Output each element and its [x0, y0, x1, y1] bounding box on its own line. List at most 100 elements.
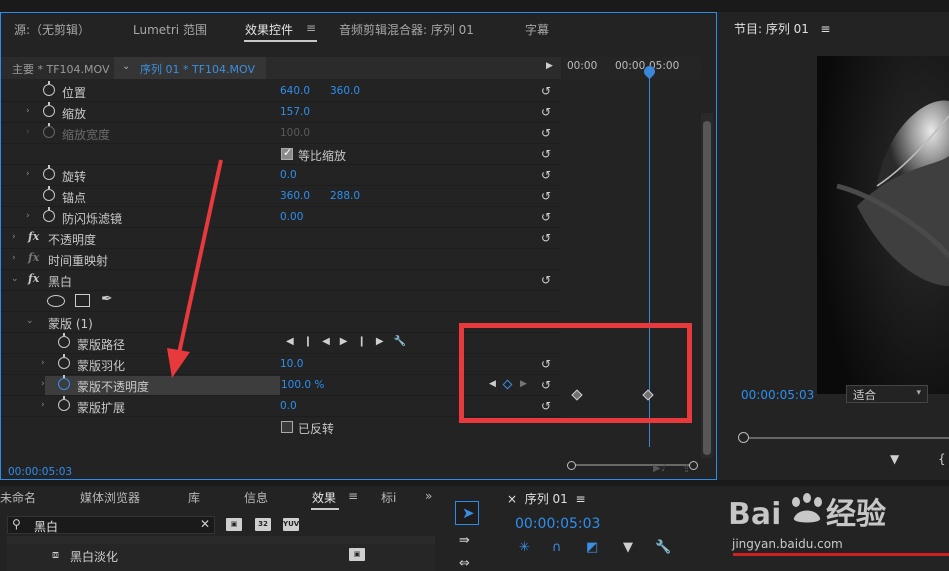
play-only-icon[interactable]: ▶	[546, 61, 553, 71]
panel-menu-icon[interactable]: ≡	[348, 489, 358, 503]
expand-arrow-icon[interactable]: ›	[26, 169, 30, 179]
source-clip-label[interactable]: 主要 * TF104.MOV	[12, 61, 110, 77]
close-tab-icon[interactable]: ×	[507, 492, 517, 506]
nest-icon[interactable]: ✳	[519, 540, 530, 555]
tab-project[interactable]: 未命名	[0, 489, 36, 506]
prop-value[interactable]: 0.0	[280, 400, 297, 412]
panel-menu-icon[interactable]: ≡	[306, 21, 316, 35]
scrollbar-thumb[interactable]	[703, 121, 711, 455]
fx-icon[interactable]: fx	[28, 272, 39, 285]
more-tabs-icon[interactable]: »	[425, 489, 432, 503]
timeline-title[interactable]: × 序列 01 ≡	[507, 490, 586, 507]
reset-icon[interactable]: ↺	[541, 84, 551, 98]
audio-icon[interactable]: ▶♪	[653, 463, 667, 474]
add-marker-icon[interactable]: ▼	[890, 452, 899, 466]
selection-tool[interactable]: ➤	[455, 501, 479, 525]
reset-icon[interactable]: ↺	[541, 210, 551, 224]
panel-menu-icon[interactable]: ≡	[820, 22, 830, 36]
zoom-fit-dropdown[interactable]: 适合 ▾	[846, 385, 928, 403]
reset-icon[interactable]: ↺	[541, 126, 551, 140]
tab-markers[interactable]: 标i	[381, 489, 396, 506]
timeline-zoom-scrollbar[interactable]	[567, 461, 698, 470]
stopwatch-icon[interactable]	[43, 81, 55, 96]
reset-icon[interactable]: ↺	[541, 189, 551, 203]
time-ruler[interactable]: 00:00 00:00 05:00	[563, 57, 701, 79]
ec-timecode[interactable]: 00:00:05:03	[8, 466, 72, 478]
reset-icon[interactable]: ↺	[541, 168, 551, 182]
prop-value[interactable]: 0.0	[280, 169, 297, 181]
expand-arrow-icon[interactable]: ›	[12, 253, 16, 263]
accelerated-effects-icon[interactable]: ▣	[226, 518, 242, 531]
reset-icon[interactable]: ↺	[541, 231, 551, 245]
collapse-arrow-icon[interactable]: ⌄	[11, 274, 19, 284]
tab-media-browser[interactable]: 媒体浏览器	[80, 489, 140, 506]
rectangle-mask-icon[interactable]	[75, 294, 90, 307]
program-timecode[interactable]: 00:00:05:03	[741, 388, 814, 402]
ellipse-mask-icon[interactable]	[47, 295, 65, 307]
expand-arrow-icon[interactable]: ›	[41, 379, 45, 389]
prop-value[interactable]: 100.0 %	[281, 379, 324, 391]
mark-in-icon[interactable]: {	[938, 452, 946, 466]
tab-audio-clip-mixer[interactable]: 音频剪辑混合器: 序列 01	[339, 21, 474, 38]
program-scrubber[interactable]	[738, 432, 949, 444]
export-icon[interactable]: ⇪	[682, 462, 691, 475]
pen-mask-icon[interactable]: ✒	[101, 291, 113, 307]
wrench-icon[interactable]: 🔧	[394, 336, 416, 347]
prop-value[interactable]: 157.0	[280, 106, 310, 118]
track-backward-icon[interactable]: ◀❙	[286, 336, 322, 347]
yuv-effects-icon[interactable]: YUV	[283, 518, 299, 531]
stopwatch-icon[interactable]	[58, 375, 70, 390]
stopwatch-icon[interactable]	[58, 333, 70, 348]
tab-effects[interactable]: 效果	[312, 489, 336, 506]
track-forward-frame-icon[interactable]: ▶	[340, 336, 358, 347]
expand-arrow-icon[interactable]: ›	[26, 106, 30, 116]
inverted-checkbox[interactable]	[281, 421, 293, 433]
prop-value-x[interactable]: 360.0	[280, 190, 310, 202]
expand-arrow-icon[interactable]: ›	[41, 358, 45, 368]
prop-value[interactable]: 10.0	[280, 358, 303, 370]
prop-value-x[interactable]: 640.0	[280, 85, 310, 97]
vertical-scrollbar[interactable]	[701, 113, 713, 458]
expand-arrow-icon[interactable]: ›	[26, 211, 30, 221]
prop-value-y[interactable]: 288.0	[330, 190, 360, 202]
tab-lumetri-scopes[interactable]: Lumetri 范围	[133, 21, 207, 38]
stopwatch-icon[interactable]	[58, 396, 70, 411]
ripple-edit-tool-icon[interactable]: ⇔	[459, 556, 470, 571]
stopwatch-icon[interactable]	[43, 207, 55, 222]
tab-libraries[interactable]: 库	[188, 489, 200, 506]
tab-source[interactable]: 源:（无剪辑）	[14, 21, 90, 38]
track-forward-icon[interactable]: ❙▶	[357, 336, 393, 347]
snap-icon[interactable]: ∩	[552, 540, 562, 555]
prop-value[interactable]: 0.00	[280, 211, 303, 223]
linked-selection-icon[interactable]: ◩	[586, 540, 598, 555]
add-marker-icon[interactable]: ▼	[623, 540, 633, 555]
collapse-arrow-icon[interactable]: ⌄	[26, 316, 34, 326]
zoom-handle-left[interactable]	[567, 461, 576, 470]
stopwatch-icon[interactable]	[43, 102, 55, 117]
program-monitor-title[interactable]: 节目: 序列 01 ≡	[734, 20, 830, 37]
timeline-timecode[interactable]: 00:00:05:03	[515, 516, 600, 532]
stopwatch-icon[interactable]	[43, 165, 55, 180]
effect-item[interactable]: 黑白淡化	[70, 548, 118, 565]
expand-arrow-icon[interactable]: ›	[12, 232, 16, 242]
video-frame[interactable]	[817, 56, 949, 394]
fx-icon[interactable]: fx	[28, 230, 39, 243]
reset-icon[interactable]: ↺	[541, 147, 551, 161]
expand-arrow-icon[interactable]: ›	[41, 400, 45, 410]
tab-effect-controls[interactable]: 效果控件	[245, 21, 293, 38]
panel-menu-icon[interactable]: ≡	[575, 492, 585, 506]
sequence-clip-selector[interactable]: ⌄ 序列 01 * TF104.MOV	[114, 57, 266, 79]
uniform-scale-checkbox[interactable]	[281, 146, 293, 160]
tab-info[interactable]: 信息	[244, 489, 268, 506]
stopwatch-icon[interactable]	[43, 186, 55, 201]
clear-search-icon[interactable]: ✕	[200, 517, 210, 531]
prop-value-y[interactable]: 360.0	[330, 85, 360, 97]
wrench-icon[interactable]: 🔧	[655, 540, 671, 555]
32bit-effects-icon[interactable]: 32	[255, 518, 271, 531]
track-select-tool-icon[interactable]: ⇛	[459, 533, 470, 548]
reset-icon[interactable]: ↺	[541, 105, 551, 119]
tab-captions[interactable]: 字幕	[525, 21, 549, 38]
stopwatch-icon[interactable]	[58, 354, 70, 369]
reset-icon[interactable]: ↺	[541, 273, 551, 287]
scrubber-handle[interactable]	[738, 432, 749, 443]
